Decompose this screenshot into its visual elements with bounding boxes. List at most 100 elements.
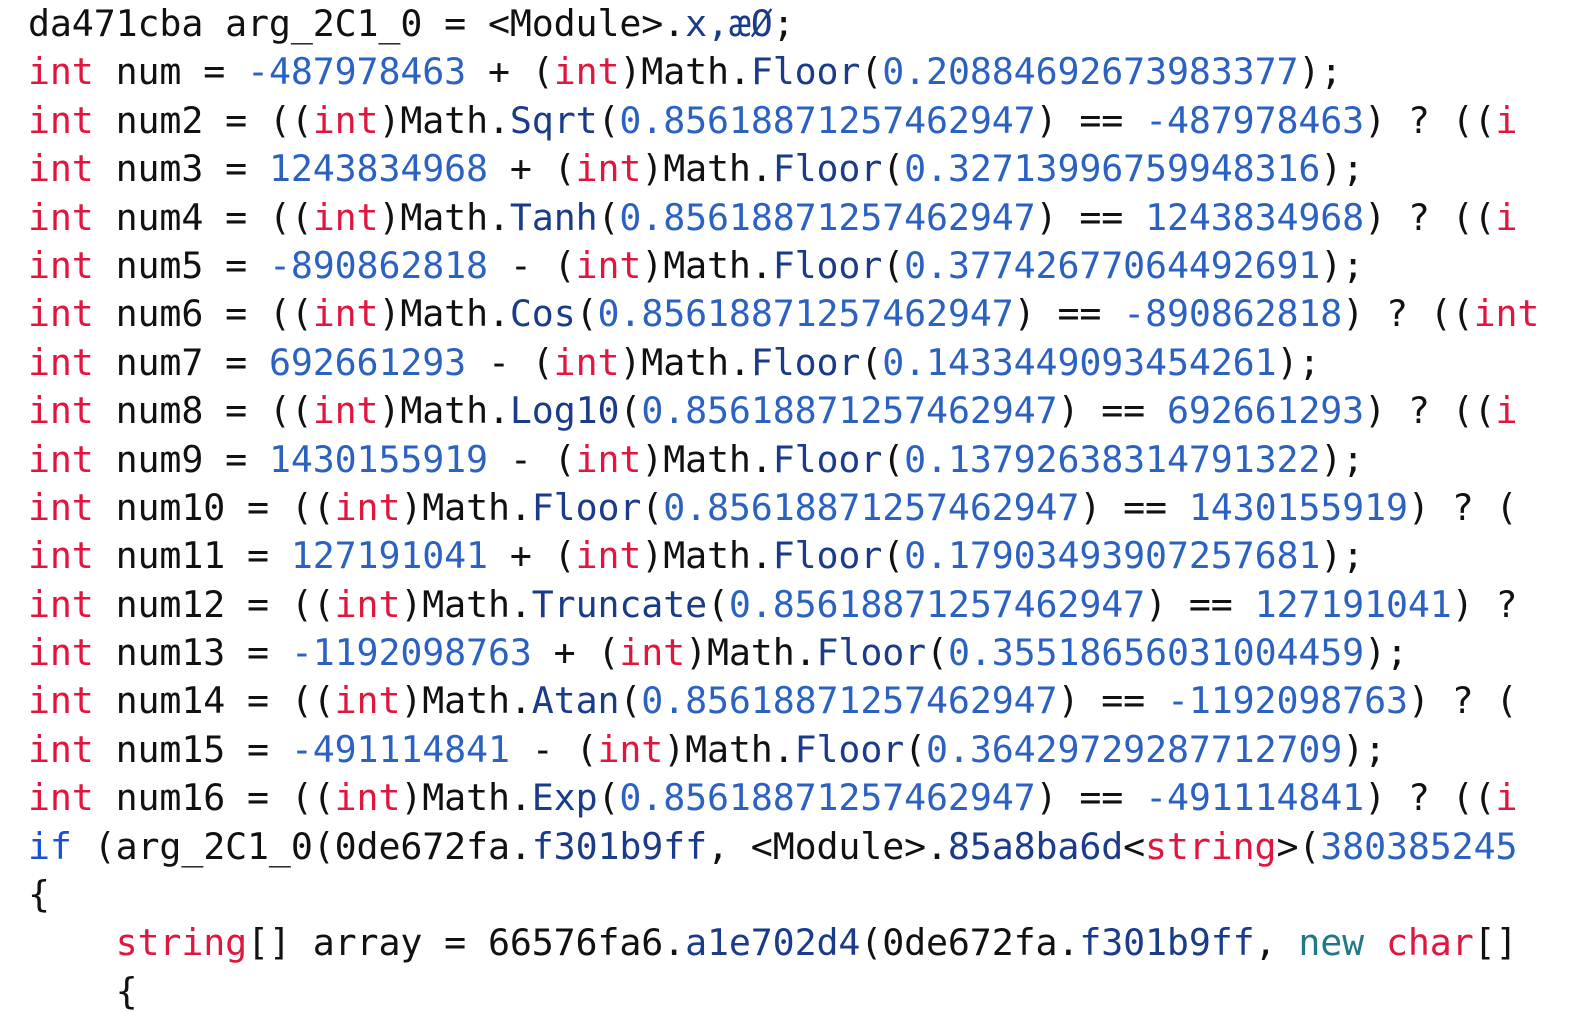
code-token: ) ? (( [1364, 195, 1496, 239]
code-token: int [28, 98, 94, 142]
code-token: ) == [1035, 195, 1146, 239]
code-token: if [28, 824, 72, 868]
code-token: Floor [772, 437, 883, 481]
code-token: f301b9ff [531, 824, 707, 868]
code-token: + ( [487, 147, 576, 191]
code-token: Sqrt [509, 98, 598, 142]
code-token: i [1495, 98, 1518, 142]
code-token: int [334, 485, 401, 529]
code-token: int [28, 727, 94, 771]
code-token: )Math. [378, 389, 510, 433]
code-token: Floor [750, 50, 861, 94]
code-token: Floor [794, 727, 905, 771]
code-token: int [1473, 292, 1540, 336]
code-token: 0.20884692673983377 [882, 50, 1299, 94]
code-token: 0.85618871257462947 [619, 98, 1036, 142]
code-token: new [1298, 921, 1365, 965]
code-token: >( [1276, 824, 1321, 868]
code-token: ) == [1057, 389, 1167, 433]
code-token: < [1123, 824, 1146, 868]
code-token: 0.13792638314791322 [904, 437, 1321, 481]
code-token: )Math. [378, 98, 510, 142]
code-token: 0.85618871257462947 [728, 582, 1146, 626]
code-token: 380385245 [1320, 824, 1518, 868]
code-token: num9 = [93, 437, 269, 481]
code-token: Log10 [509, 389, 620, 433]
code-token: -487978463 [247, 50, 467, 94]
code-token: Exp [531, 776, 598, 820]
code-token: -491114841 [1145, 776, 1365, 820]
code-token: 127191041 [1254, 582, 1452, 626]
code-token: da471cba arg_2C1_0 = <Module>. [28, 2, 686, 45]
code-token: num4 = (( [93, 195, 313, 239]
code-token: )Math. [619, 50, 751, 94]
code-token: + ( [531, 631, 620, 675]
code-token: ( [641, 485, 664, 529]
code-token: int [575, 437, 642, 481]
code-line: int num8 = ((int)Math.Log10(0.8561887125… [28, 387, 1539, 435]
code-line: { [28, 871, 1539, 919]
code-line: int num13 = -1192098763 + (int)Math.Floo… [28, 629, 1539, 677]
code-token: i [1495, 389, 1518, 433]
code-token: ); [1364, 631, 1408, 675]
code-token: num16 = (( [93, 776, 335, 820]
code-token: )Math. [400, 485, 532, 529]
code-token: i [1495, 776, 1518, 820]
code-token: Truncate [531, 582, 707, 626]
code-token: num14 = (( [93, 679, 335, 723]
code-token: num8 = (( [93, 389, 313, 433]
code-token: ) ? (( [1364, 776, 1496, 820]
code-token: int [575, 243, 642, 287]
code-line: int num4 = ((int)Math.Tanh(0.85618871257… [28, 194, 1539, 242]
code-token: num12 = (( [93, 582, 335, 626]
code-token: ) == [1035, 776, 1146, 820]
code-token: num5 = [93, 243, 269, 287]
code-line: int num2 = ((int)Math.Sqrt(0.85618871257… [28, 97, 1539, 145]
code-editor[interactable]: da471cba arg_2C1_0 = <Module>.x,æØ; int n… [0, 0, 1592, 1012]
code-token: )Math. [663, 727, 795, 771]
code-token: + ( [487, 534, 576, 578]
code-token: i [1495, 195, 1518, 239]
code-token: int [28, 50, 94, 94]
code-line: int num11 = 127191041 + (int)Math.Floor(… [28, 532, 1539, 580]
code-token: int [28, 292, 94, 336]
code-token: num2 = (( [93, 98, 313, 142]
code-token: num15 = [93, 727, 291, 771]
code-token: int [312, 292, 379, 336]
code-token: [] [1473, 921, 1518, 965]
code-token: Floor [772, 243, 883, 287]
code-token: int [28, 195, 94, 239]
code-line: string[] array = 66576fa6.a1e702d4(0de67… [28, 919, 1539, 967]
code-token: 0.85618871257462947 [619, 195, 1036, 239]
code-token: 0.85618871257462947 [641, 389, 1058, 433]
code-token: ( [882, 437, 905, 481]
code-token: 0.85618871257462947 [641, 679, 1058, 723]
code-token: int [575, 147, 642, 191]
code-token: ( [882, 534, 905, 578]
code-token: ( [904, 727, 927, 771]
code-token: ( [619, 389, 642, 433]
code-token: ( [860, 50, 883, 94]
code-token: , [1254, 921, 1299, 965]
code-token: ) ? ( [1407, 679, 1518, 723]
code-line: int num = -487978463 + (int)Math.Floor(0… [28, 48, 1539, 96]
code-token: 1430155919 [268, 437, 488, 481]
code-line: int num14 = ((int)Math.Atan(0.8561887125… [28, 677, 1539, 725]
code-token: string [1145, 824, 1277, 868]
code-token: int [597, 727, 664, 771]
code-token: 1430155919 [1188, 485, 1408, 529]
code-token: 0.32713996759948316 [904, 147, 1321, 191]
code-line: int num10 = ((int)Math.Floor(0.856188712… [28, 484, 1539, 532]
code-line: da471cba arg_2C1_0 = <Module>.x,æØ; [28, 0, 1539, 48]
code-token: int [619, 631, 686, 675]
code-token: ( [926, 631, 948, 675]
code-token: Cos [509, 292, 576, 336]
code-token: (0de672fa. [860, 921, 1080, 965]
code-token: int [28, 147, 94, 191]
code-token: int [28, 631, 94, 675]
code-token: 0.85618871257462947 [619, 776, 1036, 820]
code-token: Floor [816, 631, 927, 675]
code-token: ; [772, 2, 795, 45]
